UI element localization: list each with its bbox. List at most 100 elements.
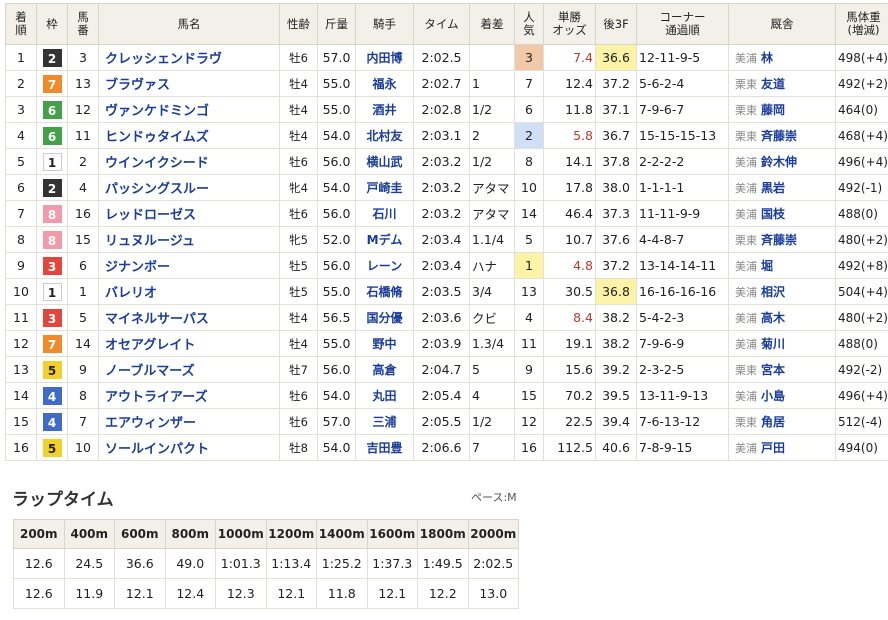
jockey-link[interactable]: 戸崎圭 (355, 174, 414, 201)
race-results-table: 着順 枠 馬番 馬名 性齢 斤量 騎手 タイム 着差 人気 単勝 オッズ 後3F … (5, 3, 888, 461)
header-num: 馬番 (67, 3, 99, 45)
header-pop: 人気 (514, 3, 544, 45)
trainer-link[interactable]: 藤岡 (761, 103, 785, 117)
horse-name-link[interactable]: マイネルサーパス (98, 304, 280, 331)
trainer-link[interactable]: 宮本 (761, 363, 785, 377)
trainer-link[interactable]: 戸田 (761, 441, 785, 455)
lap-cumulative-row: 12.6 24.5 36.6 49.0 1:01.3 1:13.4 1:25.2 1:37.3… (13, 548, 519, 579)
trainer-link[interactable]: 鈴木伸 (761, 155, 797, 169)
lap-cumulative-time: 1:01.3 (215, 548, 267, 579)
jockey-link[interactable]: 福永 (355, 70, 414, 97)
trainer-link[interactable]: 相沢 (761, 285, 785, 299)
horse-number: 8 (67, 382, 99, 409)
lap-split-time: 12.3 (215, 578, 267, 609)
lap-split-time: 11.8 (316, 578, 368, 609)
trainer-link[interactable]: 菊川 (761, 337, 785, 351)
jockey-link[interactable]: 三浦 (355, 408, 414, 435)
horse-name-link[interactable]: ヒンドゥタイムズ (98, 122, 280, 149)
jockey-link[interactable]: 石川 (355, 200, 414, 227)
margin: 1/2 (469, 148, 515, 175)
trainer-region: 美浦 (735, 182, 757, 195)
last-3f: 36.6 (595, 44, 637, 71)
body-weight: 468(+4) (835, 122, 888, 149)
trainer-link[interactable]: 堀 (761, 259, 773, 273)
margin: 4 (469, 382, 515, 409)
horse-name-link[interactable]: ヴァンケドミンゴ (98, 96, 280, 123)
horse-number: 14 (67, 330, 99, 357)
waku-badge: 8 (42, 204, 62, 223)
margin: 1.3/4 (469, 330, 515, 357)
jockey-link[interactable]: 北村友 (355, 122, 414, 149)
horse-name-link[interactable]: ウインイクシード (98, 148, 280, 175)
carried-weight: 54.0 (317, 174, 356, 201)
jockey-link[interactable]: 横山武 (355, 148, 414, 175)
result-row: 1 2 3 クレッシェンドラヴ 牡6 57.0 内田博 2:02.5 3 7.4 36.6 12-11… (5, 44, 888, 71)
trainer-link[interactable]: 高木 (761, 311, 785, 325)
sex-age: 牡4 (279, 96, 318, 123)
trainer-cell: 美浦 国枝 (728, 200, 836, 227)
finish-position: 14 (5, 382, 37, 409)
jockey-link[interactable]: Mデム (355, 226, 414, 253)
trainer-link[interactable]: 黒岩 (761, 181, 785, 195)
trainer-link[interactable]: 小島 (761, 389, 785, 403)
header-f3: 後3F (595, 3, 637, 45)
pace-label: ペース:M (471, 491, 517, 504)
last-3f: 36.7 (595, 122, 637, 149)
trainer-link[interactable]: 斉藤崇 (761, 129, 797, 143)
win-odds: 10.7 (543, 226, 596, 253)
corner-positions: 2-3-2-5 (636, 356, 729, 383)
jockey-link[interactable]: 酒井 (355, 96, 414, 123)
horse-name-link[interactable]: バレリオ (98, 278, 280, 305)
horse-name-link[interactable]: ジナンボー (98, 252, 280, 279)
trainer-cell: 美浦 鈴木伸 (728, 148, 836, 175)
horse-name-link[interactable]: オセアグレイト (98, 330, 280, 357)
jockey-link[interactable]: 吉田豊 (355, 434, 414, 461)
lap-cumulative-time: 36.6 (114, 548, 166, 579)
popularity: 12 (514, 408, 544, 435)
horse-name-link[interactable]: パッシングスルー (98, 174, 280, 201)
jockey-link[interactable]: 高倉 (355, 356, 414, 383)
horse-name-link[interactable]: ソールインパクト (98, 434, 280, 461)
finish-time: 2:03.5 (413, 278, 470, 305)
trainer-link[interactable]: 林 (761, 51, 773, 65)
jockey-link[interactable]: 内田博 (355, 44, 414, 71)
corner-positions: 11-11-9-9 (636, 200, 729, 227)
result-row: 2 7 13 ブラヴァス 牡4 55.0 福永 2:02.7 1 7 12.4 37.2 5-6-2-4… (5, 70, 888, 97)
waku-badge: 3 (42, 308, 62, 327)
jockey-link[interactable]: 国分優 (355, 304, 414, 331)
trainer-link[interactable]: 斉藤崇 (761, 233, 797, 247)
horse-name-link[interactable]: リュヌルージュ (98, 226, 280, 253)
horse-name-link[interactable]: ブラヴァス (98, 70, 280, 97)
margin: 5 (469, 356, 515, 383)
header-bw: 馬体重 (増減) (835, 3, 888, 45)
popularity: 10 (514, 174, 544, 201)
header-time: タイム (413, 3, 470, 45)
horse-name-link[interactable]: エアウィンザー (98, 408, 280, 435)
trainer-cell: 美浦 黒岩 (728, 174, 836, 201)
win-odds: 4.8 (543, 252, 596, 279)
trainer-link[interactable]: 角居 (761, 415, 785, 429)
win-odds: 70.2 (543, 382, 596, 409)
trainer-link[interactable]: 国枝 (761, 207, 785, 221)
horse-name-link[interactable]: ノーブルマーズ (98, 356, 280, 383)
corner-positions: 5-4-2-3 (636, 304, 729, 331)
horse-name-link[interactable]: レッドローゼス (98, 200, 280, 227)
horse-name-link[interactable]: アウトライアーズ (98, 382, 280, 409)
margin: アタマ (469, 174, 515, 201)
trainer-region: 美浦 (735, 338, 757, 351)
margin: 1.1/4 (469, 226, 515, 253)
trainer-cell: 美浦 相沢 (728, 278, 836, 305)
result-row: 10 1 1 バレリオ 牡5 55.0 石橋脩 2:03.5 3/4 13 30.5 36.8 16-1… (5, 278, 888, 305)
jockey-link[interactable]: レーン (355, 252, 414, 279)
jockey-link[interactable]: 石橋脩 (355, 278, 414, 305)
finish-time: 2:03.6 (413, 304, 470, 331)
horse-name-link[interactable]: クレッシェンドラヴ (98, 44, 280, 71)
margin: 1/2 (469, 408, 515, 435)
corner-positions: 2-2-2-2 (636, 148, 729, 175)
jockey-link[interactable]: 野中 (355, 330, 414, 357)
trainer-link[interactable]: 友道 (761, 77, 785, 91)
result-row: 11 3 5 マイネルサーパス 牡4 56.5 国分優 2:03.6 クビ 4 8.4 38.2 5-4… (5, 304, 888, 331)
trainer-cell: 栗東 斉藤崇 (728, 226, 836, 253)
waku-badge: 5 (42, 438, 62, 457)
jockey-link[interactable]: 丸田 (355, 382, 414, 409)
